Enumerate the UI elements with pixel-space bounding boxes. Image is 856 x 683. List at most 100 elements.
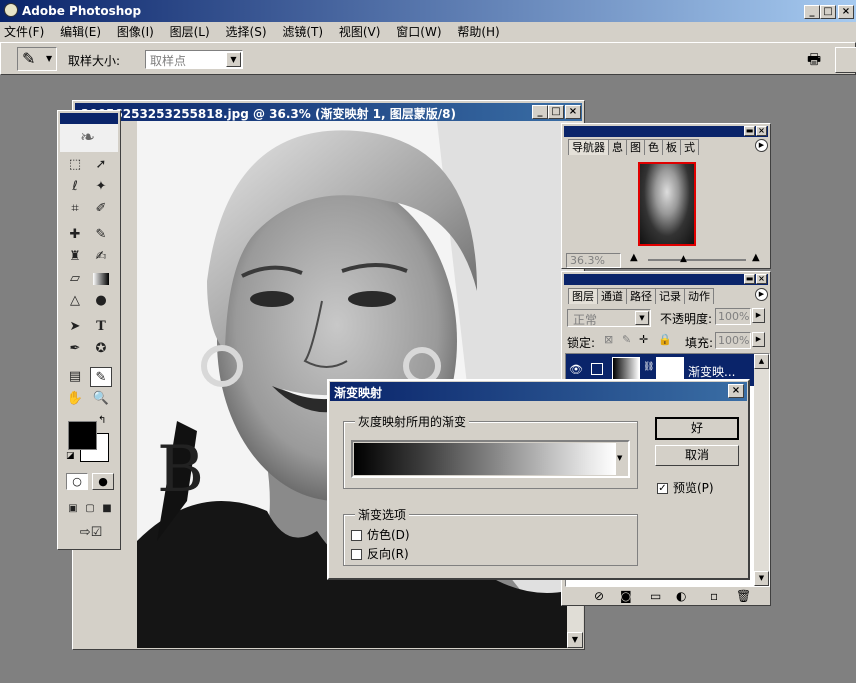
doc-close-button[interactable]: × xyxy=(565,105,581,119)
healing-brush-icon[interactable]: ✚ xyxy=(64,225,86,245)
lock-all-icon[interactable]: 🔒 xyxy=(658,333,672,346)
shape-tool-icon[interactable]: ✪ xyxy=(90,339,112,359)
notes-tool-icon[interactable]: ▤ xyxy=(64,367,86,387)
tab-info[interactable]: 息 xyxy=(608,139,627,155)
preview-checkbox-row[interactable]: ✓ 预览(P) xyxy=(657,479,714,496)
lock-transparency-icon[interactable]: ⊠ xyxy=(604,333,613,346)
zoom-in-icon[interactable]: ▲ xyxy=(752,252,760,263)
dialog-close-button[interactable]: × xyxy=(728,384,744,398)
preview-checkbox[interactable]: ✓ xyxy=(657,483,668,494)
menu-edit[interactable]: 编辑(E) xyxy=(54,22,107,42)
scroll-down-button[interactable]: ▼ xyxy=(567,632,583,648)
navigator-minimize-button[interactable]: ▬ xyxy=(744,126,755,136)
menu-select[interactable]: 选择(S) xyxy=(220,22,273,42)
tab-histogram[interactable]: 图 xyxy=(626,139,645,155)
history-brush-icon[interactable]: ✍ xyxy=(90,247,112,267)
blur-tool-icon[interactable]: △ xyxy=(64,291,86,311)
doc-minimize-button[interactable]: _ xyxy=(532,105,548,119)
tab-swatches[interactable]: 板 xyxy=(662,139,681,155)
adjustment-layer-icon[interactable]: ◐ xyxy=(676,589,686,603)
add-mask-icon[interactable]: ◙ xyxy=(620,589,632,603)
navigator-preview[interactable] xyxy=(566,156,767,250)
hand-tool-icon[interactable]: ✋ xyxy=(64,389,86,409)
menu-layer[interactable]: 图层(L) xyxy=(164,22,216,42)
new-layer-icon[interactable]: ▫ xyxy=(710,589,718,603)
tab-layers[interactable]: 图层 xyxy=(568,288,598,304)
fill-arrow-icon[interactable]: ▶ xyxy=(752,332,765,347)
lock-position-icon[interactable]: ✛ xyxy=(639,333,648,346)
navigator-close-button[interactable]: × xyxy=(756,126,767,136)
dither-checkbox-row[interactable]: 仿色(D) xyxy=(351,526,410,543)
menu-view[interactable]: 视图(V) xyxy=(333,22,387,42)
layers-minimize-button[interactable]: ▬ xyxy=(744,274,755,284)
gradient-dropdown-icon[interactable]: ▼ xyxy=(617,454,622,462)
blend-mode-select[interactable]: 正常 ▼ xyxy=(567,309,651,327)
zoom-out-icon[interactable]: ▲ xyxy=(630,252,638,263)
zoom-tool-icon[interactable]: 🔍 xyxy=(90,389,112,409)
sample-size-select[interactable]: 取样点 ▼ xyxy=(145,50,243,69)
brush-tool-icon[interactable]: ✎ xyxy=(90,225,112,245)
dodge-tool-icon[interactable]: ● xyxy=(90,291,112,311)
lasso-tool-icon[interactable]: ℓ xyxy=(64,177,86,197)
foreground-color-swatch[interactable] xyxy=(68,421,97,450)
pen-tool-icon[interactable]: ✒ xyxy=(64,339,86,359)
navigator-zoom-field[interactable]: 36.3% xyxy=(566,253,621,268)
tab-history[interactable]: 记录 xyxy=(655,288,685,304)
gradient-tool-icon[interactable] xyxy=(93,273,109,285)
gradient-preview[interactable] xyxy=(354,443,616,475)
tab-channels[interactable]: 通道 xyxy=(597,288,627,304)
magic-wand-icon[interactable]: ✦ xyxy=(90,177,112,197)
jump-to-imageready-icon[interactable]: ⇨☑ xyxy=(76,523,106,543)
layers-scrollbar[interactable]: ▲ ▼ xyxy=(754,354,769,586)
tab-styles[interactable]: 式 xyxy=(680,139,699,155)
crop-tool-icon[interactable]: ⌗ xyxy=(64,199,86,219)
doc-maximize-button[interactable]: □ xyxy=(548,105,564,119)
layer-style-icon[interactable]: ⊘ xyxy=(594,589,604,603)
move-tool-icon[interactable]: ➚ xyxy=(90,155,112,175)
eraser-tool-icon[interactable]: ▱ xyxy=(64,269,86,289)
slice-tool-icon[interactable]: ✐ xyxy=(90,199,112,219)
dialog-titlebar[interactable]: 渐变映射 × xyxy=(330,382,747,401)
fill-field[interactable]: 100% xyxy=(715,332,751,349)
navigator-menu-icon[interactable]: ▶ xyxy=(755,139,768,152)
eye-visibility-icon[interactable]: 👁 xyxy=(569,363,583,376)
dither-checkbox[interactable] xyxy=(351,530,362,541)
zoom-slider-handle[interactable]: ▲ xyxy=(680,254,687,264)
layers-palette-titlebar[interactable]: ▬ × xyxy=(564,274,768,285)
tool-preset-picker[interactable]: ✎ ▼ xyxy=(17,47,57,71)
minimize-button[interactable]: _ xyxy=(804,5,820,19)
opacity-arrow-icon[interactable]: ▶ xyxy=(752,308,765,323)
zoom-slider[interactable] xyxy=(648,259,746,261)
adobe-feather-logo[interactable]: ❧ xyxy=(60,124,118,152)
cancel-button[interactable]: 取消 xyxy=(655,445,739,466)
eyedropper-tool-icon[interactable]: ✎ xyxy=(90,367,112,387)
tab-paths[interactable]: 路径 xyxy=(626,288,656,304)
default-colors-icon[interactable]: ◪ xyxy=(66,451,75,461)
close-button[interactable]: × xyxy=(838,5,854,19)
clone-stamp-icon[interactable]: ♜ xyxy=(64,247,86,267)
navigator-palette-titlebar[interactable]: ▬ × xyxy=(564,126,768,137)
screen-mode-full-icon[interactable]: ■ xyxy=(96,499,118,519)
toolbox-titlebar[interactable] xyxy=(60,113,118,124)
marquee-tool-icon[interactable]: ⬚ xyxy=(64,155,86,175)
reverse-checkbox-row[interactable]: 反向(R) xyxy=(351,545,409,562)
menu-window[interactable]: 窗口(W) xyxy=(390,22,447,42)
menu-image[interactable]: 图像(I) xyxy=(111,22,160,42)
ok-button[interactable]: 好 xyxy=(655,417,739,440)
layers-scroll-down-button[interactable]: ▼ xyxy=(754,571,769,586)
type-tool-icon[interactable]: T xyxy=(90,317,112,337)
trash-icon[interactable]: 🗑 xyxy=(736,589,751,603)
tab-color[interactable]: 色 xyxy=(644,139,663,155)
quick-mask-button[interactable]: ● xyxy=(92,473,114,490)
path-selection-icon[interactable]: ➤ xyxy=(64,317,86,337)
tab-actions[interactable]: 动作 xyxy=(684,288,714,304)
tab-navigator[interactable]: 导航器 xyxy=(568,139,609,155)
menu-filter[interactable]: 滤镜(T) xyxy=(276,22,329,42)
menu-help[interactable]: 帮助(H) xyxy=(451,22,505,42)
document-titlebar[interactable]: 20056253253255818.jpg @ 36.3% (渐变映射 1, 图… xyxy=(75,103,582,121)
palette-well[interactable] xyxy=(835,47,856,73)
layers-scroll-up-button[interactable]: ▲ xyxy=(754,354,769,369)
lock-image-icon[interactable]: ✎ xyxy=(622,333,631,346)
reverse-checkbox[interactable] xyxy=(351,549,362,560)
swap-colors-icon[interactable]: ↰ xyxy=(98,415,106,426)
